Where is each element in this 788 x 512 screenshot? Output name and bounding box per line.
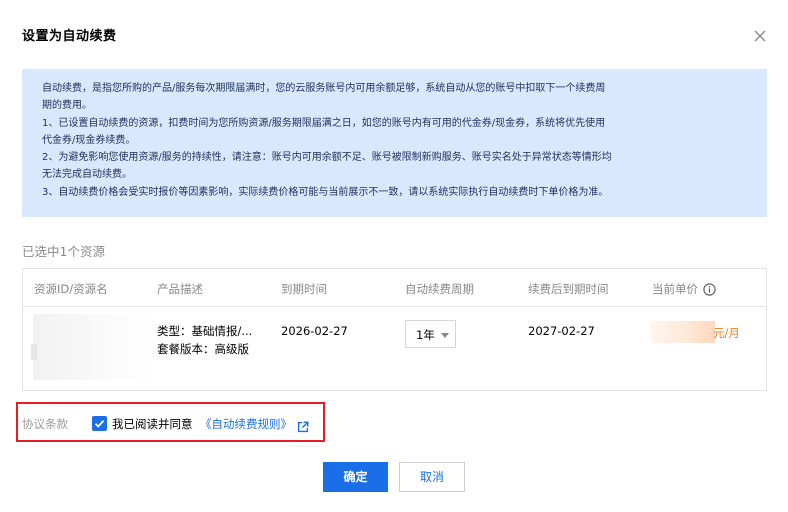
info-icon[interactable]: [703, 283, 716, 296]
table-row: 类型：基础情报/... 套餐版本：高级版 2026-02-27 1年 2027-…: [23, 308, 766, 390]
dialog-title: 设置为自动续费: [22, 29, 117, 44]
notice-line: 3、自动续费价格会受实时报价等因素影响，实际续费价格可能与当前展示不一致，请以系…: [42, 186, 609, 198]
price-redacted: [651, 321, 715, 343]
header-product-desc: 产品描述: [157, 282, 203, 296]
notice-line: 期的费用。: [42, 100, 92, 112]
resource-table: 资源ID/资源名 产品描述 到期时间 自动续费周期 续费后到期时间 当前单价 类…: [22, 268, 767, 391]
agreement-text: 我已阅读并同意: [112, 417, 193, 431]
external-link-icon[interactable]: [297, 418, 309, 433]
product-desc-cell: 类型：基础情报/... 套餐版本：高级版: [157, 322, 252, 358]
notice-line: 2、为避免影响您使用资源/服务的持续性，请注意：账号内可用余额不足、账号被限制新…: [42, 152, 612, 164]
notice-line: 1、已设置自动续费的资源，扣费时间为您所购资源/服务期限届满之日，如您的账号内有…: [42, 117, 606, 129]
header-renew-period: 自动续费周期: [405, 282, 474, 296]
agreement-label: 协议条款: [22, 417, 68, 431]
header-unit-price: 当前单价: [652, 282, 698, 296]
header-new-expire-time: 续费后到期时间: [528, 282, 609, 296]
notice-line: 自动续费，是指您所购的产品/服务每次期限届满时，您的云服务账号内可用余额足够，系…: [42, 83, 606, 94]
price-unit: 元/月: [713, 326, 740, 340]
new-expire-time: 2027-02-27: [528, 324, 595, 338]
renew-period-select[interactable]: 1年: [405, 320, 456, 348]
header-expire-time: 到期时间: [281, 282, 327, 296]
table-header: 资源ID/资源名 产品描述 到期时间 自动续费周期 续费后到期时间 当前单价: [23, 269, 766, 307]
check-icon: [94, 419, 105, 428]
desc-plan: 套餐版本：高级版: [157, 342, 249, 356]
caret-down-icon: [441, 333, 449, 338]
confirm-button[interactable]: 确定: [323, 462, 388, 492]
notice-line: 无法完成自动续费。: [42, 169, 132, 181]
close-icon[interactable]: [751, 27, 769, 45]
agree-checkbox[interactable]: [92, 416, 107, 431]
cancel-button[interactable]: 取消: [399, 462, 465, 492]
header-unit-price-cell: 当前单价: [652, 281, 716, 297]
notice-line: 代金券/现金券续费。: [42, 134, 136, 146]
auto-renew-dialog: 设置为自动续费 自动续费，是指您所购的产品/服务每次期限届满时，您的云服务账号内…: [0, 0, 788, 512]
header-resource-id: 资源ID/资源名: [34, 282, 108, 296]
expire-time: 2026-02-27: [281, 324, 348, 338]
notice-box: 自动续费，是指您所购的产品/服务每次期限届满时，您的云服务账号内可用余额足够，系…: [22, 69, 767, 217]
desc-type: 类型：基础情报/...: [157, 324, 253, 338]
resource-id-redacted: [31, 314, 153, 380]
renew-period-value: 1年: [416, 328, 435, 342]
selected-count: 已选中1个资源: [22, 244, 105, 259]
auto-renew-rules-link[interactable]: 《自动续费规则》: [200, 416, 292, 432]
